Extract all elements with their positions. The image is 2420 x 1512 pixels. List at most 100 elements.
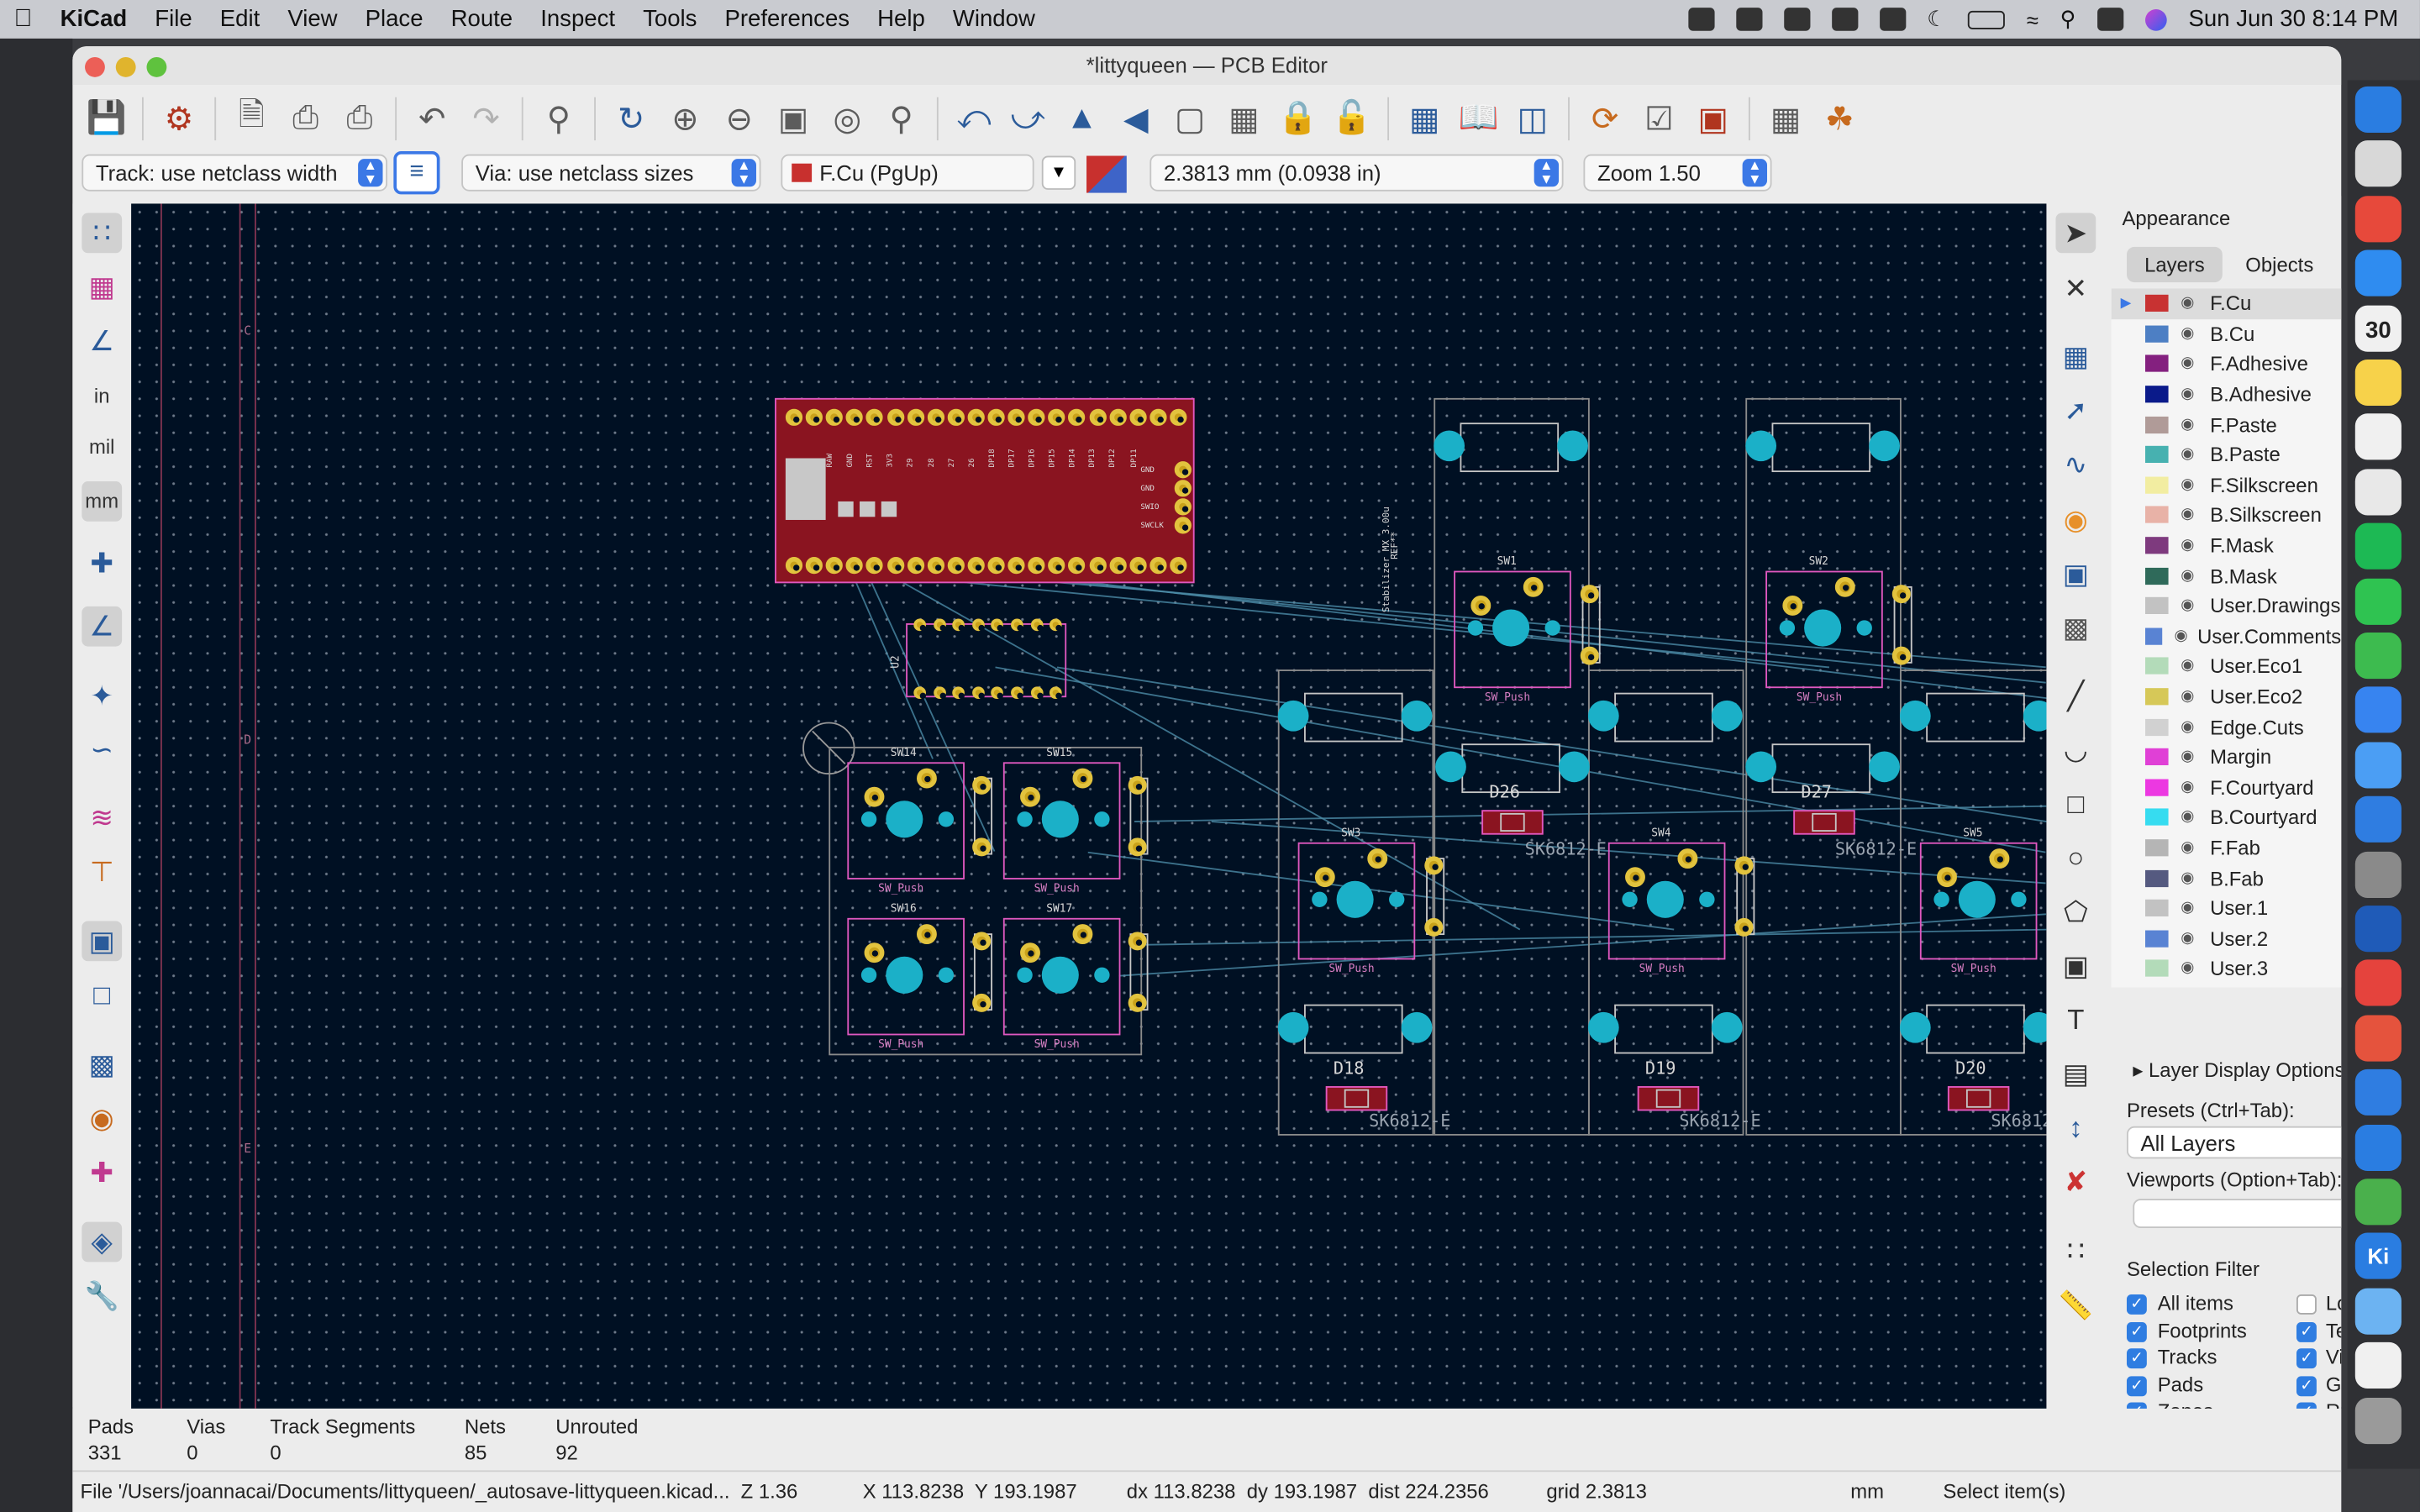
drc-icon[interactable]: ☑ — [1634, 94, 1684, 144]
search-icon[interactable]: ⚲ — [2060, 6, 2076, 32]
grid-override-icon[interactable]: ▦ — [82, 267, 122, 307]
mirror-horizontal-icon[interactable]: ◀ — [1111, 94, 1160, 144]
layer-row-f-fab[interactable]: ◉ F.Fab — [2112, 832, 2342, 863]
switch-footprint[interactable]: SW3 SW_Push — [1297, 827, 1418, 975]
eye-icon[interactable]: ◉ — [2181, 930, 2202, 947]
mcu-footprint[interactable]: RAW GND RST 3V3 29 28 27 26 DP18 DP17 DP16 DP15 DP14… — [775, 397, 1195, 584]
layer-pair-icon[interactable] — [1086, 155, 1127, 193]
filter-checkbox[interactable]: ✓ — [2296, 1375, 2317, 1396]
layer-row-b-adhesive[interactable]: ◉ B.Adhesive — [2112, 379, 2342, 409]
zoom-out-icon[interactable]: ⊖ — [714, 94, 764, 144]
route-track-icon[interactable]: ➚ — [2055, 391, 2096, 431]
siri-icon[interactable] — [2145, 8, 2167, 30]
filter-checkbox[interactable]: ✓ — [2126, 1321, 2147, 1342]
layer-color-swatch[interactable] — [2145, 688, 2169, 706]
messages-icon[interactable] — [2354, 578, 2402, 625]
rule-area-icon[interactable]: ▩ — [2055, 608, 2096, 648]
menu-help[interactable]: Help — [864, 6, 939, 32]
led-diode[interactable]: D20 — [1947, 1058, 2010, 1111]
layer-color-swatch[interactable] — [2145, 355, 2169, 373]
layer-row-f-paste[interactable]: ◉ F.Paste — [2112, 409, 2342, 439]
grid-toggle-icon[interactable]: ∷ — [82, 213, 123, 254]
menu-edit[interactable]: Edit — [206, 6, 274, 32]
layer-color-swatch[interactable] — [2145, 507, 2169, 524]
zoom-in-icon[interactable]: ⊕ — [660, 94, 710, 144]
save-icon[interactable]: 💾 — [82, 94, 131, 144]
layer-color-swatch[interactable] — [2145, 476, 2169, 494]
layer-row-user-1[interactable]: ◉ User.1 — [2112, 893, 2342, 923]
battery-icon[interactable] — [1967, 9, 2006, 29]
zoom-selection-icon[interactable]: ⚲ — [876, 94, 926, 144]
local-ratsnest-icon[interactable]: ✕ — [2055, 269, 2096, 309]
layer-row-user-2[interactable]: ◉ User.2 — [2112, 923, 2342, 953]
filter-checkbox[interactable]: ✓ — [2296, 1348, 2317, 1369]
eye-icon[interactable]: ◉ — [2181, 476, 2202, 493]
switch-footprint[interactable]: SW1 SW_Push — [1454, 555, 1574, 704]
menubar-clock[interactable]: Sun Jun 30 8:14 PM — [2189, 6, 2399, 32]
layer-select[interactable]: F.Cu (PgUp) — [781, 154, 1034, 192]
mirror-vertical-icon[interactable]: ▲ — [1057, 94, 1107, 144]
layer-color-swatch[interactable] — [2145, 779, 2169, 796]
eye-icon[interactable]: ◉ — [2181, 718, 2202, 735]
plugin-icon[interactable]: ☘ — [1815, 94, 1865, 144]
menu-app-kicad[interactable]: KiCad — [46, 6, 141, 32]
tab-layers[interactable]: Layers — [2126, 246, 2223, 283]
pad-display-icon[interactable]: ⊤ — [82, 852, 122, 892]
wifi-icon[interactable]: ≈ — [2027, 7, 2039, 31]
draw-circle-icon[interactable]: ○ — [2055, 837, 2096, 878]
layer-display-options[interactable]: ▸ Layer Display Options — [2133, 1058, 2341, 1083]
netlist-icon[interactable]: ▦ — [1400, 94, 1449, 144]
rotate-cw-icon[interactable]: ⤻ — [1003, 94, 1053, 144]
pcb-canvas[interactable]: C D E RAW GND RST 3V3 29 28 27 26 DP18 DP17 DP16 DP… — [131, 203, 2047, 1409]
vscode-icon[interactable] — [2354, 1124, 2402, 1171]
menu-inspect[interactable]: Inspect — [527, 6, 629, 32]
switch-footprint[interactable]: SW5 SW_Push — [1919, 827, 2040, 975]
switch-footprint[interactable]: SW4 SW_Push — [1607, 827, 1728, 975]
layer-row-user-comments[interactable]: ◉ User.Comments — [2112, 621, 2341, 651]
via-display-icon[interactable]: ◉ — [82, 1099, 122, 1139]
eye-icon[interactable]: ◉ — [2181, 567, 2202, 584]
menu-tools[interactable]: Tools — [629, 6, 711, 32]
track-width-select[interactable]: Track: use netclass width ▲ ▼ — [82, 154, 388, 192]
eye-icon[interactable]: ◉ — [2181, 537, 2202, 554]
select-tool-icon[interactable]: ➤ — [2055, 213, 2096, 254]
trash-icon[interactable] — [2354, 1397, 2402, 1444]
curved-ratsnest-icon[interactable]: ∽ — [82, 730, 122, 770]
layer-row-b-courtyard[interactable]: ◉ B.Courtyard — [2112, 802, 2342, 832]
eye-icon[interactable]: ◉ — [2181, 597, 2202, 614]
layer-row-user-eco2[interactable]: ◉ User.Eco2 — [2112, 681, 2342, 711]
layer-row-f-adhesive[interactable]: ◉ F.Adhesive — [2112, 349, 2342, 379]
ungroup-icon[interactable]: ▦ — [1219, 94, 1269, 144]
kicad-icon[interactable]: Ki — [2354, 1233, 2402, 1280]
layer-color-swatch[interactable] — [2145, 325, 2169, 343]
eye-icon[interactable]: ◉ — [2181, 295, 2202, 312]
plot-icon[interactable]: ⎙ — [335, 94, 385, 144]
draw-arc-icon[interactable]: ◡ — [2055, 730, 2096, 770]
zoom-fit-icon[interactable]: ▣ — [769, 94, 818, 144]
menu-route[interactable]: Route — [437, 6, 527, 32]
find-icon[interactable]: ⚲ — [534, 94, 583, 144]
grid-origin-icon[interactable]: ∷ — [2055, 1231, 2096, 1272]
status-icon[interactable] — [1831, 8, 1858, 31]
eye-icon[interactable]: ◉ — [2181, 658, 2202, 675]
eye-icon[interactable]: ◉ — [2174, 627, 2189, 644]
layer-color-swatch[interactable] — [2145, 809, 2169, 827]
filter-checkbox[interactable]: ✓ — [2126, 1294, 2147, 1315]
eye-icon[interactable]: ◉ — [2181, 960, 2202, 977]
layer-row-b-mask[interactable]: ◉ B.Mask — [2112, 560, 2342, 591]
app-icon[interactable] — [2354, 960, 2402, 1007]
menu-place[interactable]: Place — [351, 6, 437, 32]
eye-icon[interactable]: ◉ — [2181, 325, 2202, 342]
eye-icon[interactable]: ◉ — [2181, 507, 2202, 523]
add-zone-icon[interactable]: ▣ — [2055, 554, 2096, 594]
led-diode[interactable]: D18 — [1325, 1058, 1388, 1111]
filter-checkbox[interactable]: ✓ — [2126, 1348, 2147, 1369]
system-settings-icon[interactable] — [2354, 851, 2402, 898]
preview-icon[interactable] — [2354, 1342, 2402, 1389]
zoom-button[interactable] — [146, 56, 167, 77]
layer-color-swatch[interactable] — [2145, 930, 2169, 948]
app-icon[interactable] — [2354, 1015, 2402, 1062]
track-display-icon[interactable]: ✚ — [82, 1152, 122, 1193]
switch-footprint[interactable]: SW14 SW_Push — [847, 747, 967, 895]
layer-color-swatch[interactable] — [2145, 446, 2169, 464]
